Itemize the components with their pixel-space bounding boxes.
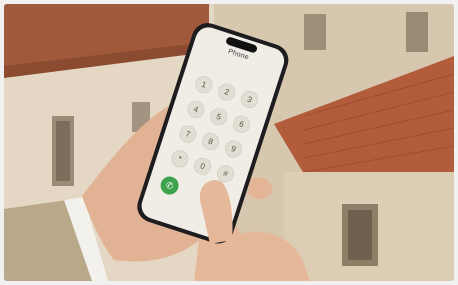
key-7[interactable]: 7 (177, 123, 199, 145)
key-6[interactable]: 6 (230, 113, 253, 135)
window-right-top-2 (406, 12, 428, 52)
key-star[interactable]: * (169, 148, 191, 170)
key-3[interactable]: 3 (238, 88, 261, 111)
key-4[interactable]: 4 (185, 98, 207, 121)
window-right-top-1 (304, 14, 326, 50)
call-button[interactable]: ✆ (158, 174, 181, 197)
key-8[interactable]: 8 (199, 130, 222, 153)
key-0[interactable]: 0 (191, 155, 214, 177)
photo: Phone 1 2 3 4 5 6 7 8 9 * 0 # ✆ (4, 4, 454, 281)
key-9[interactable]: 9 (222, 138, 245, 160)
key-2[interactable]: 2 (216, 81, 238, 103)
key-5[interactable]: 5 (208, 106, 230, 128)
key-hash[interactable]: # (214, 162, 237, 185)
phone-call-icon: ✆ (164, 179, 175, 192)
key-1[interactable]: 1 (193, 73, 215, 96)
